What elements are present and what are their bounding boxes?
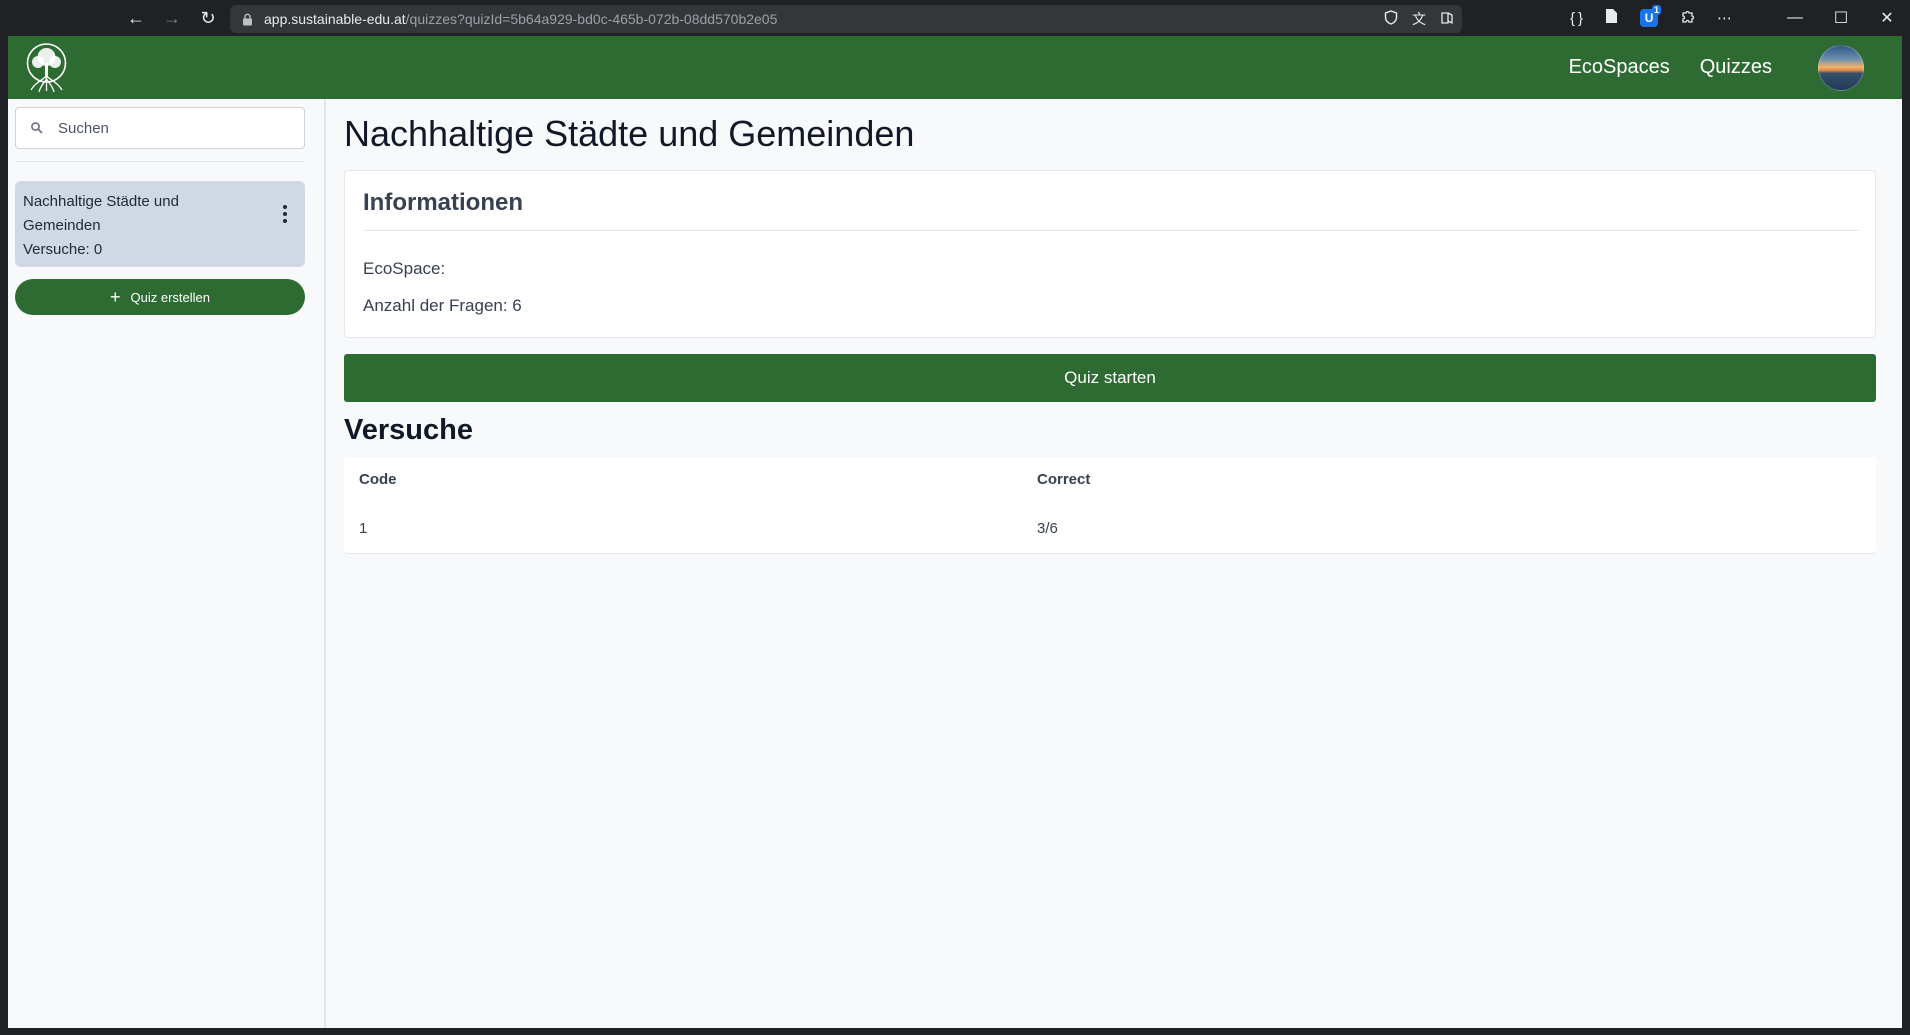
app-header: EcoSpaces Quizzes <box>8 36 1902 99</box>
page-title: Nachhaltige Städte und Gemeinden <box>344 113 915 154</box>
window-controls: — ☐ ✕ <box>1772 0 1910 36</box>
back-icon[interactable]: ← <box>118 0 154 36</box>
address-bar[interactable]: app.sustainable-edu.at/quizzes?quizId=5b… <box>230 5 1462 33</box>
puzzle-icon[interactable] <box>1680 9 1695 28</box>
create-quiz-label: Quiz erstellen <box>130 289 210 305</box>
extension-badge-count: 1 <box>1652 5 1662 15</box>
start-quiz-button[interactable]: Quiz starten <box>344 354 1876 402</box>
url-path: /quizzes?quizId=5b64a929-bd0c-465b-072b-… <box>405 11 778 27</box>
search-input[interactable] <box>58 119 278 137</box>
close-icon[interactable]: ✕ <box>1864 0 1910 36</box>
create-quiz-button[interactable]: + Quiz erstellen <box>15 279 305 315</box>
lock-icon <box>240 12 254 26</box>
sidebar: Nachhaltige Städte und Gemeinden Versuch… <box>8 99 326 1028</box>
info-divider <box>363 230 1859 231</box>
search-icon <box>30 121 44 135</box>
quiz-item-title: Nachhaltige Städte und Gemeinden <box>23 193 179 234</box>
translate-icon[interactable]: 文 <box>1412 9 1426 29</box>
extension-badge-icon[interactable]: U1 <box>1640 5 1662 27</box>
cell-correct: 3/6 <box>1037 520 1058 537</box>
tree-logo-icon[interactable] <box>23 43 70 93</box>
quiz-item-attempts: Versuche: 0 <box>23 241 103 258</box>
reload-icon[interactable]: ↻ <box>190 0 226 36</box>
nav-link-quizzes[interactable]: Quizzes <box>1700 56 1772 79</box>
plus-icon: + <box>110 287 121 307</box>
info-heading: Informationen <box>363 189 523 216</box>
json-viewer-icon[interactable]: { } <box>1570 10 1583 27</box>
maximize-icon[interactable]: ☐ <box>1818 0 1864 36</box>
forward-icon[interactable]: → <box>154 0 190 36</box>
minimize-icon[interactable]: — <box>1772 0 1818 36</box>
more-vertical-icon[interactable] <box>279 203 291 225</box>
avatar[interactable] <box>1818 45 1864 91</box>
browser-toolbar: ← → ↻ app.sustainable-edu.at/quizzes?qui… <box>0 0 1910 36</box>
document-icon[interactable] <box>1605 8 1618 28</box>
main-content: Nachhaltige Städte und Gemeinden Informa… <box>334 99 1884 1028</box>
address-bar-actions: 文 <box>1384 5 1454 33</box>
header-nav: EcoSpaces Quizzes <box>1569 36 1772 99</box>
ecospace-label: EcoSpace: <box>363 259 446 278</box>
column-header-code[interactable]: Code <box>359 471 397 488</box>
info-card: Informationen EcoSpace: Anzahl der Frage… <box>344 170 1876 338</box>
cell-code: 1 <box>359 520 368 537</box>
nav-link-ecospaces[interactable]: EcoSpaces <box>1569 56 1670 79</box>
reader-icon[interactable] <box>1440 11 1454 28</box>
url-host: app.sustainable-edu.at <box>264 11 406 27</box>
column-header-correct[interactable]: Correct <box>1037 471 1090 488</box>
attempts-table: Code Correct 1 3/6 <box>344 457 1876 554</box>
question-count: Anzahl der Fragen: 6 <box>363 296 522 315</box>
browser-extensions: { } U1 ⋯ <box>1570 0 1732 36</box>
page-viewport: EcoSpaces Quizzes Nachhaltige Städte und… <box>8 36 1902 1028</box>
search-box <box>15 107 305 149</box>
shield-icon[interactable] <box>1384 10 1398 28</box>
browser-nav: ← → ↻ <box>118 0 226 36</box>
quiz-list-item[interactable]: Nachhaltige Städte und Gemeinden Versuch… <box>15 181 305 267</box>
more-icon[interactable]: ⋯ <box>1717 9 1732 27</box>
sidebar-divider <box>15 161 305 162</box>
attempts-heading: Versuche <box>344 414 473 446</box>
